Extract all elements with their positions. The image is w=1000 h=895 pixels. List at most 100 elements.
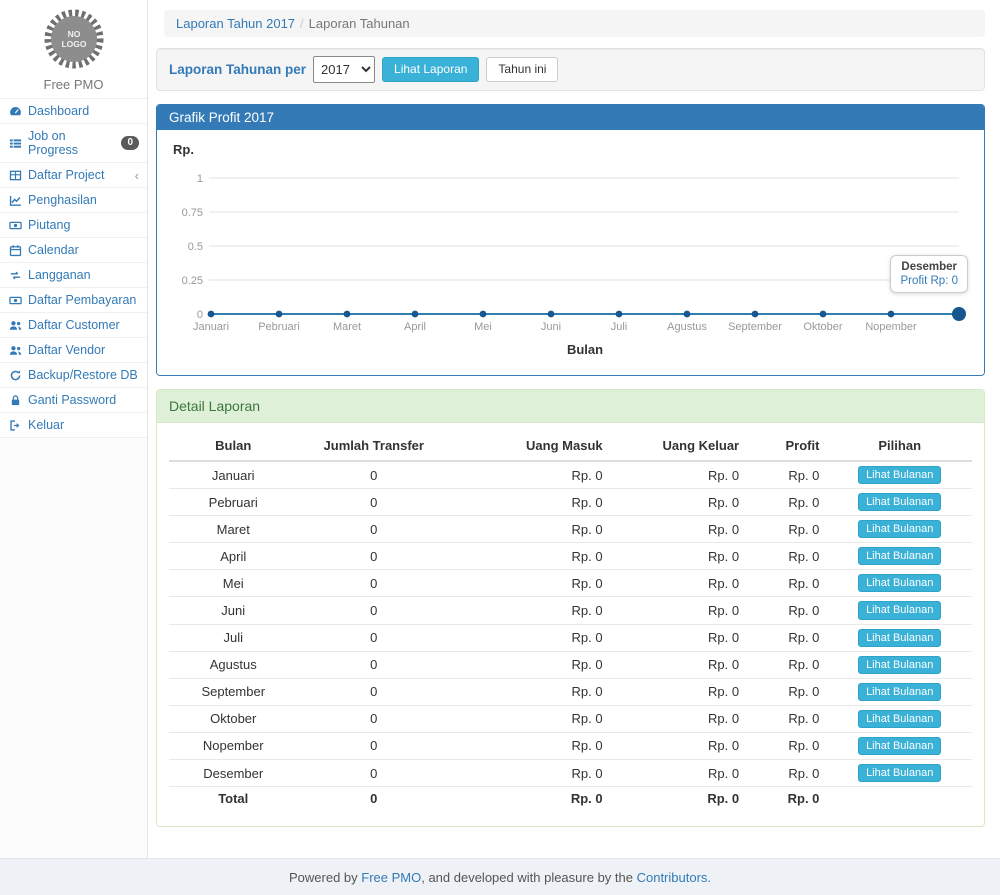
sidebar-item-daftar-project[interactable]: Daftar Project‹	[0, 163, 147, 188]
detail-laporan-title: Detail Laporan	[157, 390, 984, 423]
sidebar-item-keluar[interactable]: Keluar	[0, 413, 147, 438]
column-header-profit: Profit	[747, 431, 827, 461]
table-row-september: September0Rp. 0Rp. 0Rp. 0Lihat Bulanan	[169, 678, 972, 705]
cell-profit: Rp. 0	[747, 624, 827, 651]
cell-uang-masuk: Rp. 0	[450, 461, 611, 489]
data-point-desember	[952, 307, 966, 321]
x-tick-label: Juni	[541, 321, 561, 333]
cell-uang-keluar: Rp. 0	[611, 516, 748, 543]
cell-uang-keluar: Rp. 0	[611, 732, 748, 759]
tahun-ini-button[interactable]: Tahun ini	[486, 57, 558, 82]
lihat-bulanan-button-januari[interactable]: Lihat Bulanan	[858, 466, 941, 484]
lihat-bulanan-button-maret[interactable]: Lihat Bulanan	[858, 520, 941, 538]
lihat-bulanan-button-april[interactable]: Lihat Bulanan	[858, 547, 941, 565]
cell-jumlah-transfer: 0	[297, 461, 450, 489]
cell-pilihan: Lihat Bulanan	[827, 760, 972, 787]
x-tick-label: Oktober	[803, 321, 842, 333]
cell-pilihan	[827, 787, 972, 811]
year-filter-label: Laporan Tahunan per	[169, 62, 306, 77]
cell-uang-masuk: Rp. 0	[450, 597, 611, 624]
cell-profit: Rp. 0	[747, 732, 827, 759]
lihat-bulanan-button-nopember[interactable]: Lihat Bulanan	[858, 737, 941, 755]
cell-bulan: Total	[169, 787, 297, 811]
data-point-agustus	[684, 311, 691, 318]
x-tick-label: April	[404, 321, 426, 333]
cell-uang-keluar: Rp. 0	[611, 461, 748, 489]
lihat-laporan-button[interactable]: Lihat Laporan	[382, 57, 479, 82]
cell-jumlah-transfer: 0	[297, 678, 450, 705]
x-tick-label: September	[728, 321, 782, 333]
main-content: Laporan Tahun 2017/Laporan Tahunan Lapor…	[148, 0, 1000, 858]
detail-laporan-panel: Detail Laporan BulanJumlah TransferUang …	[156, 389, 985, 827]
lihat-bulanan-button-pebruari[interactable]: Lihat Bulanan	[858, 493, 941, 511]
sidebar-item-dashboard[interactable]: Dashboard	[0, 99, 147, 124]
sidebar-item-penghasilan[interactable]: Penghasilan	[0, 188, 147, 213]
cell-jumlah-transfer: 0	[297, 597, 450, 624]
free-pmo-link[interactable]: Free PMO	[361, 870, 421, 885]
y-tick-label: 0	[197, 309, 203, 321]
page-footer: Powered by Free PMO, and developed with …	[0, 858, 1000, 895]
logo-text-line2: LOGO	[61, 39, 86, 49]
detail-laporan-body: BulanJumlah TransferUang MasukUang Kelua…	[157, 423, 984, 826]
cell-uang-keluar: Rp. 0	[611, 489, 748, 516]
sidebar-item-label: Piutang	[28, 218, 70, 232]
logo-text-line1: NO	[67, 29, 80, 39]
cell-uang-masuk: Rp. 0	[450, 651, 611, 678]
cell-pilihan: Lihat Bulanan	[827, 678, 972, 705]
dashboard-icon	[9, 105, 22, 118]
table-row-pebruari: Pebruari0Rp. 0Rp. 0Rp. 0Lihat Bulanan	[169, 489, 972, 516]
sidebar-item-daftar-vendor[interactable]: Daftar Vendor	[0, 338, 147, 363]
cell-pilihan: Lihat Bulanan	[827, 489, 972, 516]
sidebar-item-backup-restore-db[interactable]: Backup/Restore DB	[0, 363, 147, 388]
sidebar-item-calendar[interactable]: Calendar	[0, 238, 147, 263]
y-axis-title: Rp.	[173, 142, 194, 157]
sidebar-item-ganti-password[interactable]: Ganti Password	[0, 388, 147, 413]
cell-jumlah-transfer: 0	[297, 705, 450, 732]
cell-profit: Rp. 0	[747, 570, 827, 597]
contributors-link[interactable]: Contributors.	[637, 870, 711, 885]
cell-jumlah-transfer: 0	[297, 489, 450, 516]
sidebar-item-job-on-progress[interactable]: Job on Progress0	[0, 124, 147, 163]
cell-profit: Rp. 0	[747, 678, 827, 705]
cell-bulan: Oktober	[169, 705, 297, 732]
y-tick-label: 1	[197, 173, 203, 185]
list-icon	[9, 137, 22, 150]
breadcrumb-current: Laporan Tahunan	[309, 16, 410, 31]
chart-panel-body: Rp.10.750.50.250JanuariPebruariMaretApri…	[157, 130, 984, 375]
lihat-bulanan-button-juli[interactable]: Lihat Bulanan	[858, 629, 941, 647]
table-row-maret: Maret0Rp. 0Rp. 0Rp. 0Lihat Bulanan	[169, 516, 972, 543]
cell-bulan: September	[169, 678, 297, 705]
sidebar-item-langganan[interactable]: Langganan	[0, 263, 147, 288]
sidebar-item-daftar-customer[interactable]: Daftar Customer	[0, 313, 147, 338]
sidebar-item-piutang[interactable]: Piutang	[0, 213, 147, 238]
cell-bulan: April	[169, 543, 297, 570]
cell-uang-masuk: Rp. 0	[450, 624, 611, 651]
table-row-desember: Desember0Rp. 0Rp. 0Rp. 0Lihat Bulanan	[169, 760, 972, 787]
cell-uang-masuk: Rp. 0	[450, 516, 611, 543]
cell-profit: Rp. 0	[747, 705, 827, 732]
cell-uang-masuk: Rp. 0	[450, 705, 611, 732]
profit-chart-panel: Grafik Profit 2017 Rp.10.750.50.250Janua…	[156, 104, 985, 376]
table-row-agustus: Agustus0Rp. 0Rp. 0Rp. 0Lihat Bulanan	[169, 651, 972, 678]
sign-out-icon	[9, 419, 22, 432]
lihat-bulanan-button-desember[interactable]: Lihat Bulanan	[858, 764, 941, 782]
lihat-bulanan-button-agustus[interactable]: Lihat Bulanan	[858, 656, 941, 674]
chart-tooltip: Desember Profit Rp: 0	[890, 255, 968, 293]
breadcrumb-link-laporan-tahun[interactable]: Laporan Tahun 2017	[176, 16, 295, 31]
sidebar-item-label: Backup/Restore DB	[28, 368, 138, 382]
cell-jumlah-transfer: 0	[297, 543, 450, 570]
lihat-bulanan-button-oktober[interactable]: Lihat Bulanan	[858, 710, 941, 728]
sidebar-item-daftar-pembayaran[interactable]: Daftar Pembayaran	[0, 288, 147, 313]
app-window: NO LOGO Free PMO DashboardJob on Progres…	[0, 0, 1000, 858]
year-select[interactable]: 2017	[313, 56, 375, 83]
lihat-bulanan-button-september[interactable]: Lihat Bulanan	[858, 683, 941, 701]
cell-pilihan: Lihat Bulanan	[827, 705, 972, 732]
users-icon	[9, 319, 22, 332]
lihat-bulanan-button-juni[interactable]: Lihat Bulanan	[858, 601, 941, 619]
lihat-bulanan-button-mei[interactable]: Lihat Bulanan	[858, 574, 941, 592]
data-point-januari	[208, 311, 215, 318]
chevron-left-icon: ‹	[135, 169, 139, 182]
cell-uang-masuk: Rp. 0	[450, 760, 611, 787]
cell-uang-keluar: Rp. 0	[611, 570, 748, 597]
table-row-nopember: Nopember0Rp. 0Rp. 0Rp. 0Lihat Bulanan	[169, 732, 972, 759]
